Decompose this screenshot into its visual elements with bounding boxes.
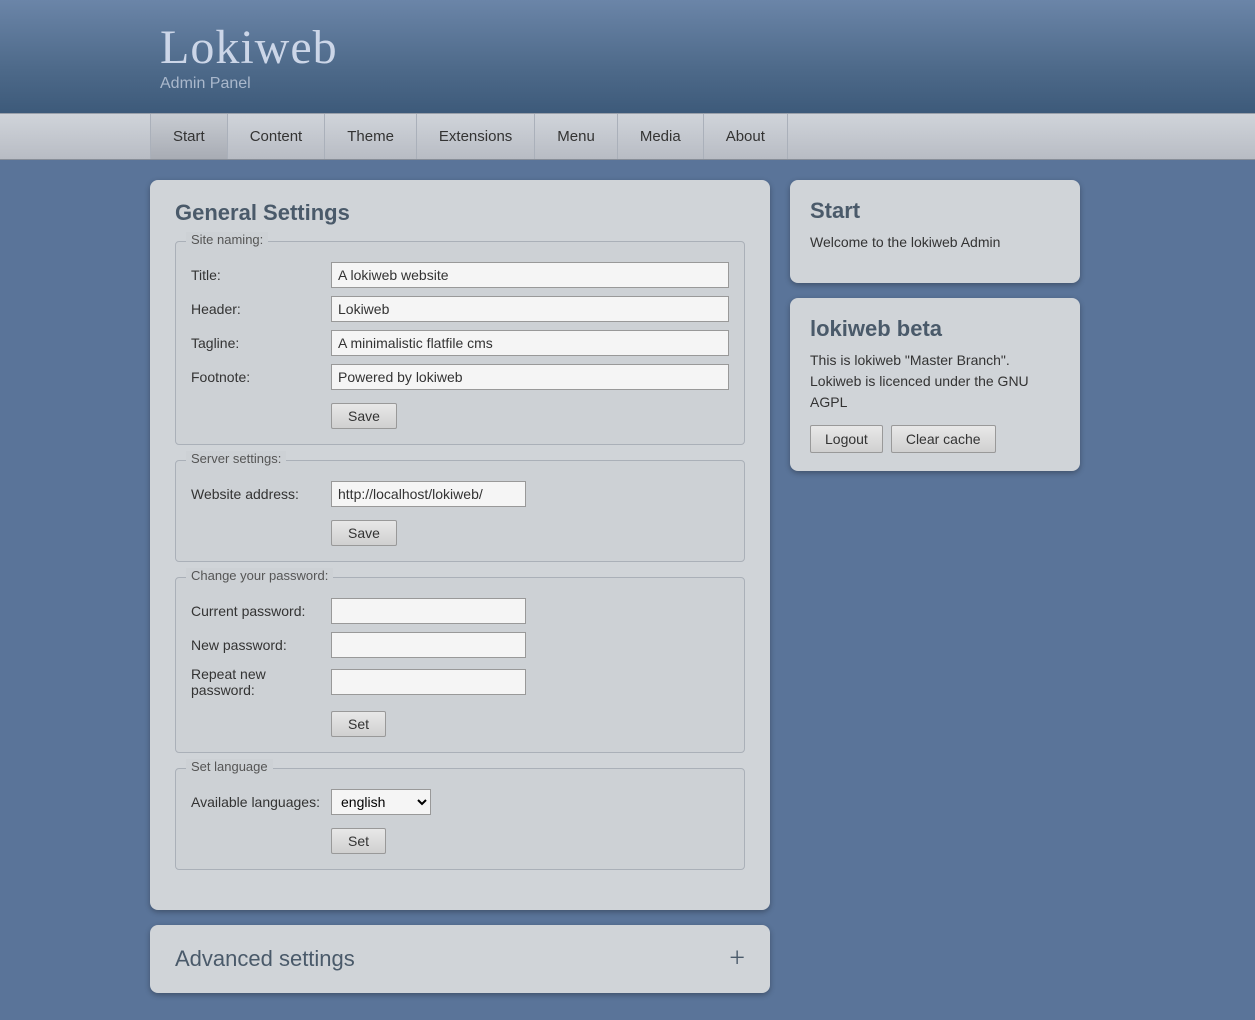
available-languages-label: Available languages: xyxy=(191,794,331,810)
website-address-label: Website address: xyxy=(191,486,331,502)
website-address-row: Website address: xyxy=(191,481,729,507)
general-settings-title: General Settings xyxy=(175,200,745,226)
site-naming-section: Site naming: Title: Header: Tagline: Foo… xyxy=(175,241,745,445)
start-card: Start Welcome to the lokiweb Admin xyxy=(790,180,1080,283)
app-subtitle: Admin Panel xyxy=(160,75,338,93)
main-content: General Settings Site naming: Title: Hea… xyxy=(0,160,1255,1013)
website-address-input[interactable] xyxy=(331,481,526,507)
beta-card-title: lokiweb beta xyxy=(810,316,1060,342)
logo: Lokiweb Admin Panel xyxy=(160,20,338,93)
app-name: Lokiweb xyxy=(160,20,338,75)
nav-item-extensions[interactable]: Extensions xyxy=(417,114,535,159)
footnote-row: Footnote: xyxy=(191,364,729,390)
site-naming-legend: Site naming: xyxy=(186,232,268,247)
server-settings-save-button[interactable]: Save xyxy=(331,520,397,546)
current-password-label: Current password: xyxy=(191,603,331,619)
language-set-button[interactable]: Set xyxy=(331,828,386,854)
change-password-section: Change your password: Current password: … xyxy=(175,577,745,753)
title-input[interactable] xyxy=(331,262,729,288)
footnote-input[interactable] xyxy=(331,364,729,390)
nav-item-media[interactable]: Media xyxy=(618,114,704,159)
beta-card-buttons: Logout Clear cache xyxy=(810,425,1060,453)
footnote-label: Footnote: xyxy=(191,369,331,385)
current-password-row: Current password: xyxy=(191,598,729,624)
nav-item-menu[interactable]: Menu xyxy=(535,114,618,159)
nav-item-theme[interactable]: Theme xyxy=(325,114,417,159)
new-password-row: New password: xyxy=(191,632,729,658)
clear-cache-button[interactable]: Clear cache xyxy=(891,425,996,453)
header: Lokiweb Admin Panel xyxy=(0,0,1255,113)
change-password-legend: Change your password: xyxy=(186,568,333,583)
nav-item-about[interactable]: About xyxy=(704,114,788,159)
logout-button[interactable]: Logout xyxy=(810,425,883,453)
set-language-section: Set language Available languages: englis… xyxy=(175,768,745,870)
nav-item-start[interactable]: Start xyxy=(150,114,228,159)
current-password-input[interactable] xyxy=(331,598,526,624)
tagline-row: Tagline: xyxy=(191,330,729,356)
repeat-password-row: Repeat new password: xyxy=(191,666,729,698)
beta-card: lokiweb beta This is lokiweb "Master Bra… xyxy=(790,298,1080,471)
repeat-password-input[interactable] xyxy=(331,669,526,695)
new-password-label: New password: xyxy=(191,637,331,653)
beta-card-text: This is lokiweb "Master Branch". Lokiweb… xyxy=(810,350,1060,413)
navbar: Start Content Theme Extensions Menu Medi… xyxy=(0,113,1255,160)
header-input[interactable] xyxy=(331,296,729,322)
advanced-settings-title: Advanced settings xyxy=(175,946,355,972)
server-settings-section: Server settings: Website address: Save xyxy=(175,460,745,562)
start-card-text: Welcome to the lokiweb Admin xyxy=(810,232,1060,253)
advanced-settings-card[interactable]: Advanced settings + xyxy=(150,925,770,993)
language-select[interactable]: english german french spanish xyxy=(331,789,431,815)
site-naming-save-button[interactable]: Save xyxy=(331,403,397,429)
password-set-button[interactable]: Set xyxy=(331,711,386,737)
nav-item-content[interactable]: Content xyxy=(228,114,326,159)
server-settings-legend: Server settings: xyxy=(186,451,286,466)
general-settings-card: General Settings Site naming: Title: Hea… xyxy=(150,180,770,910)
tagline-input[interactable] xyxy=(331,330,729,356)
expand-icon: + xyxy=(729,943,745,975)
title-label: Title: xyxy=(191,267,331,283)
header-label: Header: xyxy=(191,301,331,317)
new-password-input[interactable] xyxy=(331,632,526,658)
set-language-legend: Set language xyxy=(186,759,273,774)
header-row: Header: xyxy=(191,296,729,322)
left-panel: General Settings Site naming: Title: Hea… xyxy=(150,180,770,993)
title-row: Title: xyxy=(191,262,729,288)
language-row: Available languages: english german fren… xyxy=(191,789,729,815)
right-panel: Start Welcome to the lokiweb Admin lokiw… xyxy=(790,180,1080,486)
start-card-title: Start xyxy=(810,198,1060,224)
repeat-password-label: Repeat new password: xyxy=(191,666,331,698)
tagline-label: Tagline: xyxy=(191,335,331,351)
